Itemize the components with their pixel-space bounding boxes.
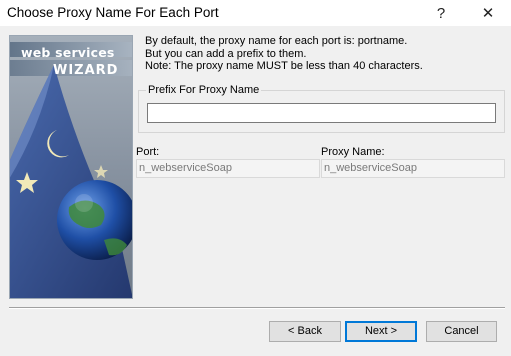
instruction-line-2: But you can add a prefix to them. (145, 47, 307, 60)
button-divider (9, 307, 505, 309)
instructions: By default, the proxy name for each port… (145, 35, 505, 73)
prefix-group-label: Prefix For Proxy Name (146, 84, 262, 96)
window-title: Choose Proxy Name For Each Port (7, 5, 219, 20)
port-cell: n_webserviceSoap (136, 159, 320, 178)
cancel-button[interactable]: Cancel (426, 321, 497, 342)
title-bar: Choose Proxy Name For Each Port ? ✕ (0, 0, 511, 26)
instruction-line-1: By default, the proxy name for each port… (145, 35, 408, 47)
prefix-input[interactable] (147, 103, 496, 123)
banner-text-wizard: WIZARD (53, 63, 119, 78)
port-column-header: Port: (136, 146, 160, 158)
instruction-line-3: Note: The proxy name MUST be less than 4… (145, 60, 423, 72)
proxy-name-column-header: Proxy Name: (321, 146, 385, 158)
help-button[interactable]: ? (421, 0, 461, 26)
wizard-banner-image: web services WIZARD (9, 35, 133, 299)
back-button[interactable]: < Back (269, 321, 341, 342)
close-button[interactable]: ✕ (468, 0, 508, 26)
next-button[interactable]: Next > (345, 321, 417, 342)
banner-text-web-services: web services (21, 45, 115, 60)
proxy-name-cell[interactable]: n_webserviceSoap (321, 159, 505, 178)
